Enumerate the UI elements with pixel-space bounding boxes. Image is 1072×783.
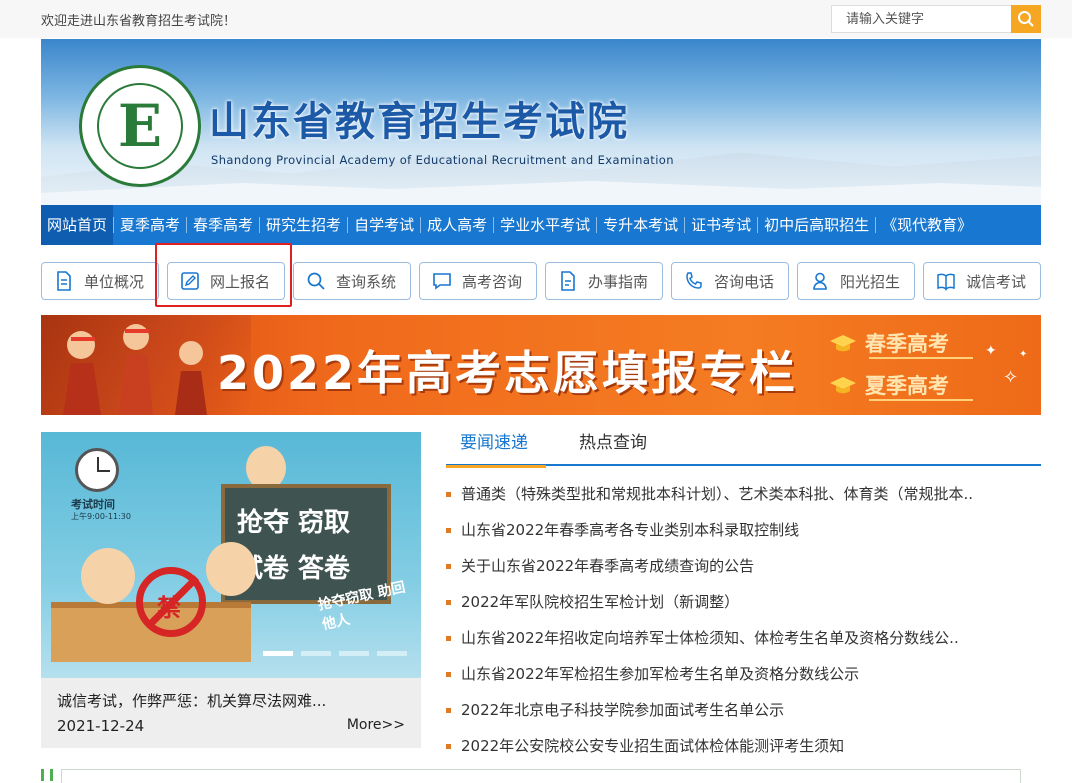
quick-link-honest-exam[interactable]: 诚信考试 — [923, 262, 1041, 300]
next-section-edge — [41, 767, 1041, 783]
no-sign-text: 禁 — [157, 594, 181, 622]
search-icon — [1018, 11, 1034, 27]
promo-tag-spring[interactable]: 春季高考 — [829, 329, 974, 359]
nav-item-vocational[interactable]: 初中后高职招生 — [758, 205, 875, 245]
nav-item-proficiency[interactable]: 学业水平考试 — [494, 205, 596, 245]
tab-news[interactable]: 要闻速递 — [446, 432, 546, 468]
promo-banner[interactable]: 2022年高考志愿填报专栏 春季高考 夏季高考 ✦ ✧ ✦ — [41, 315, 1041, 415]
nav-item-spring-gaokao[interactable]: 春季高考 — [187, 205, 259, 245]
promo-tag-summer[interactable]: 夏季高考 — [829, 371, 974, 401]
quick-link-query-system[interactable]: 查询系统 — [293, 262, 411, 300]
news-item[interactable]: 2022年北京电子科技学院参加面试考生名单公示 — [446, 692, 1041, 728]
news-list: 普通类（特殊类型批和常规批本科计划）、艺术类本科批、体育类（常规批本.. 山东省… — [446, 476, 1041, 764]
nav-item-graduate[interactable]: 研究生招考 — [260, 205, 347, 245]
search-icon — [306, 271, 326, 291]
nav-item-home[interactable]: 网站首页 — [41, 205, 114, 245]
news-tabs: 要闻速递 热点查询 — [446, 432, 1041, 468]
grad-cap-icon — [830, 377, 856, 394]
news-item[interactable]: 2022年军队院校招生军检计划（新调整） — [446, 584, 1041, 620]
slide-clock-label: 考试时间 — [71, 498, 115, 511]
welcome-text: 欢迎走进山东省教育招生考试院！ — [41, 14, 237, 29]
site-logo[interactable]: E — [79, 65, 201, 187]
news-item[interactable]: 山东省2022年招收定向培养军士体检须知、体检考生名单及资格分数线公.. — [446, 620, 1041, 656]
student-figure — [81, 548, 135, 604]
search-box — [831, 5, 1041, 33]
logo-mark: E — [117, 92, 163, 160]
guide-icon — [558, 271, 578, 291]
section-marker — [41, 769, 53, 781]
promo-tag-label: 夏季高考 — [865, 374, 949, 398]
slide-dot[interactable] — [377, 651, 407, 656]
quick-link-hotline[interactable]: 咨询电话 — [671, 262, 789, 300]
slide-image[interactable]: 考试时间 上午9:00-11:30 抢夺 窃取 试卷 答卷 抢夺窃取 助回他人 … — [41, 432, 421, 678]
phone-icon — [684, 271, 704, 291]
nav-item-modern-education[interactable]: 《现代教育》 — [876, 205, 978, 245]
slide-dot[interactable] — [339, 651, 369, 656]
slide-pager — [263, 651, 407, 656]
quick-link-gaokao-consult[interactable]: 高考咨询 — [419, 262, 537, 300]
highlight-box — [155, 243, 292, 307]
featured-slide[interactable]: 考试时间 上午9:00-11:30 抢夺 窃取 试卷 答卷 抢夺窃取 助回他人 … — [41, 432, 421, 748]
news-panel: 要闻速递 热点查询 普通类（特殊类型批和常规批本科计划）、艺术类本科批、体育类（… — [446, 432, 1041, 764]
person-icon — [810, 271, 830, 291]
quick-link-label: 办事指南 — [588, 272, 649, 291]
grad-cap-icon — [830, 335, 856, 352]
more-link[interactable]: More>> — [347, 717, 405, 733]
nav-item-certificate[interactable]: 证书考试 — [685, 205, 757, 245]
slide-dot[interactable] — [263, 651, 293, 656]
news-item[interactable]: 普通类（特殊类型批和常规批本科计划）、艺术类本科批、体育类（常规批本.. — [446, 476, 1041, 512]
search-input[interactable] — [832, 6, 1012, 32]
book-icon — [936, 271, 956, 291]
quick-link-label: 咨询电话 — [714, 272, 775, 291]
sparkle-icon: ✦ — [985, 343, 997, 359]
top-bar: 欢迎走进山东省教育招生考试院！ — [0, 0, 1072, 38]
quick-link-label: 查询系统 — [336, 272, 397, 291]
quick-link-sunshine-admission[interactable]: 阳光招生 — [797, 262, 915, 300]
slide-date: 2021-12-24 — [57, 717, 145, 735]
news-item[interactable]: 2022年公安院校公安专业招生面试体检体能测评考生须知 — [446, 728, 1041, 764]
chat-icon — [432, 271, 452, 291]
site-title: 山东省教育招生考试院 — [209, 99, 629, 145]
student-figure — [206, 542, 256, 596]
quick-link-label: 诚信考试 — [966, 272, 1027, 291]
main-nav: 网站首页 夏季高考 春季高考 研究生招考 自学考试 成人高考 学业水平考试 专升… — [41, 205, 1041, 245]
slide-clock-time: 上午9:00-11:30 — [71, 512, 131, 521]
nav-item-summer-gaokao[interactable]: 夏季高考 — [114, 205, 186, 245]
quick-link-label: 单位概况 — [84, 272, 145, 291]
chalkboard-line1: 抢夺 窃取 — [237, 508, 351, 538]
search-button[interactable] — [1011, 5, 1041, 33]
quick-link-service-guide[interactable]: 办事指南 — [545, 262, 663, 300]
slide-dot[interactable] — [301, 651, 331, 656]
news-item[interactable]: 山东省2022年春季高考各专业类别本科录取控制线 — [446, 512, 1041, 548]
header-banner: E 山东省教育招生考试院 Shandong Provincial Academy… — [41, 39, 1041, 205]
tab-hot-query[interactable]: 热点查询 — [579, 432, 647, 466]
sparkle-icon: ✦ — [1019, 349, 1028, 360]
clock-icon — [75, 448, 119, 492]
site-subtitle: Shandong Provincial Academy of Education… — [211, 153, 674, 167]
quick-link-label: 高考咨询 — [462, 272, 523, 291]
slide-title[interactable]: 诚信考试，作弊严惩：机关算尽法网难... — [57, 690, 326, 711]
nav-item-upgrade[interactable]: 专升本考试 — [597, 205, 684, 245]
news-item[interactable]: 关于山东省2022年春季高考成绩查询的公告 — [446, 548, 1041, 584]
nav-item-adult[interactable]: 成人高考 — [421, 205, 493, 245]
sparkle-icon: ✧ — [1003, 367, 1019, 388]
promo-tag-label: 春季高考 — [865, 332, 949, 356]
promo-title: 2022年高考志愿填报专栏 — [217, 346, 799, 400]
quick-link-overview[interactable]: 单位概况 — [41, 262, 159, 300]
nav-item-self-study[interactable]: 自学考试 — [348, 205, 420, 245]
quick-link-label: 阳光招生 — [840, 272, 901, 291]
document-icon — [54, 271, 74, 291]
news-item[interactable]: 山东省2022年军检招生参加军检考生名单及资格分数线公示 — [446, 656, 1041, 692]
